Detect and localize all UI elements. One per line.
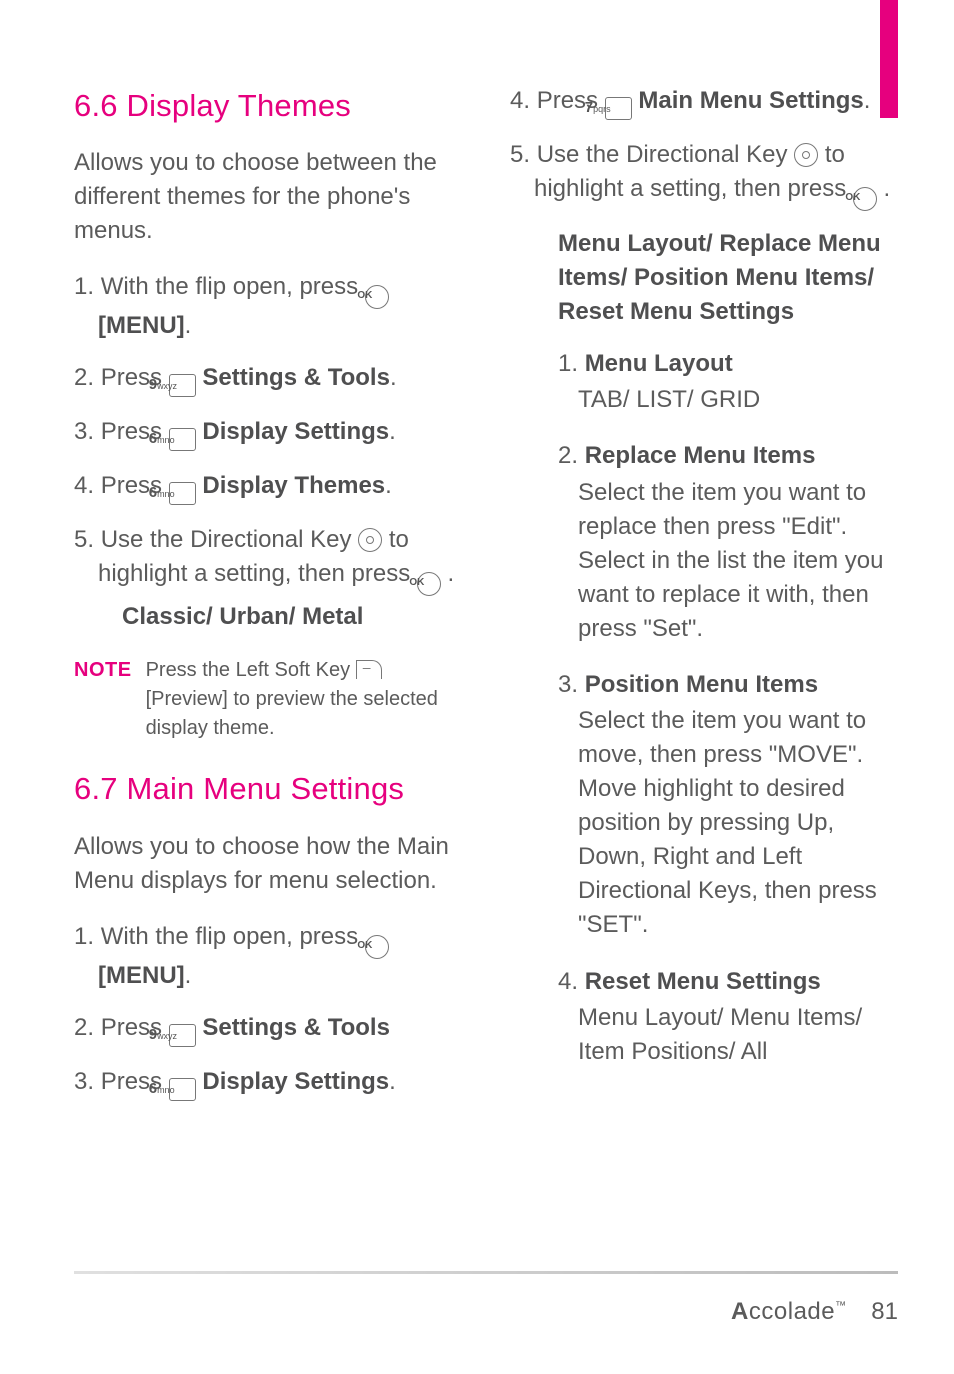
- brand-name: Accolade™: [731, 1298, 847, 1325]
- note-text: Press the Left Soft Key [Preview] to pre…: [146, 656, 462, 743]
- key-6-icon: 6mno: [169, 482, 196, 505]
- key-9-icon: 9wxyz: [169, 374, 196, 397]
- note-block: NOTE Press the Left Soft Key [Preview] t…: [74, 656, 462, 743]
- page-number: 81: [871, 1298, 898, 1325]
- step: 2. Press 9wxyz Settings & Tools: [74, 1011, 462, 1047]
- page-accent-tab: [880, 0, 898, 118]
- options-6-6: Classic/ Urban/ Metal: [122, 600, 462, 634]
- step: 1. With the flip open, press OK [MENU].: [74, 270, 462, 343]
- right-column: 4. Press 7pqrs Main Menu Settings. 5. Us…: [510, 84, 898, 1119]
- menu-options: Menu Layout/ Replace Menu Items/ Positio…: [558, 227, 898, 329]
- heading-6-6: 6.6 Display Themes: [74, 84, 462, 128]
- steps-6-6: 1. With the flip open, press OK [MENU]. …: [74, 270, 462, 634]
- sub-item: 4. Reset Menu SettingsMenu Layout/ Menu …: [558, 965, 898, 1069]
- directional-key-icon: [358, 528, 382, 552]
- ok-icon: OK: [853, 187, 877, 211]
- steps-6-7: 1. With the flip open, press OK [MENU]. …: [74, 920, 462, 1101]
- step: 5. Use the Directional Key to highlight …: [74, 523, 462, 634]
- sub-item: 2. Replace Menu ItemsSelect the item you…: [558, 439, 898, 645]
- intro-6-7: Allows you to choose how the Main Menu d…: [74, 830, 462, 898]
- heading-6-7: 6.7 Main Menu Settings: [74, 767, 462, 811]
- ok-icon: OK: [417, 572, 441, 596]
- step: 5. Use the Directional Key to highlight …: [510, 138, 898, 1069]
- ok-icon: OK: [365, 935, 389, 959]
- key-6-icon: 6mno: [169, 428, 196, 451]
- step: 1. With the flip open, press OK [MENU].: [74, 920, 462, 993]
- step: 3. Press 6mno Display Settings.: [74, 1065, 462, 1101]
- key-6-icon: 6mno: [169, 1078, 196, 1101]
- intro-6-6: Allows you to choose between the differe…: [74, 146, 462, 248]
- step: 3. Press 6mno Display Settings.: [74, 415, 462, 451]
- note-label: NOTE: [74, 656, 132, 743]
- ok-icon: OK: [365, 285, 389, 309]
- directional-key-icon: [794, 143, 818, 167]
- steps-6-7-cont: 4. Press 7pqrs Main Menu Settings. 5. Us…: [510, 84, 898, 1069]
- key-7-icon: 7pqrs: [605, 97, 632, 120]
- step: 4. Press 6mno Display Themes.: [74, 469, 462, 505]
- page-footer: Accolade™ 81: [731, 1298, 898, 1326]
- page-content: 6.6 Display Themes Allows you to choose …: [0, 0, 954, 1119]
- sub-options: 1. Menu LayoutTAB/ LIST/ GRID 2. Replace…: [558, 347, 898, 1068]
- left-soft-key-icon: [356, 660, 382, 679]
- footer-divider: [74, 1271, 898, 1274]
- left-column: 6.6 Display Themes Allows you to choose …: [74, 84, 462, 1119]
- step: 4. Press 7pqrs Main Menu Settings.: [510, 84, 898, 120]
- key-9-icon: 9wxyz: [169, 1024, 196, 1047]
- step: 2. Press 9wxyz Settings & Tools.: [74, 361, 462, 397]
- sub-item: 3. Position Menu ItemsSelect the item yo…: [558, 668, 898, 943]
- sub-item: 1. Menu LayoutTAB/ LIST/ GRID: [558, 347, 898, 417]
